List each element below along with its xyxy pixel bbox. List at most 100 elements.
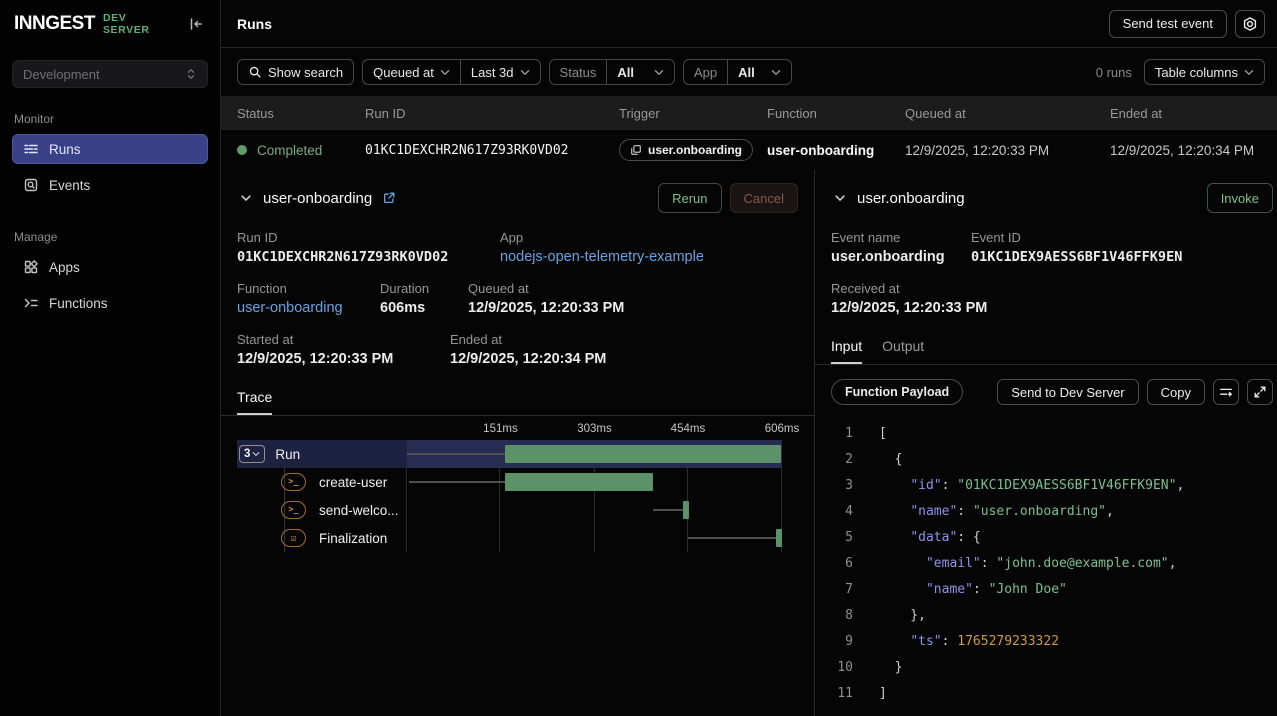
runs-count: 0 runs — [1096, 65, 1132, 80]
expand-children-badge[interactable]: 3 — [239, 445, 265, 463]
code-content: [ { "id": "01KC1DEX9AESS6BF1V46FFK9EN", … — [853, 421, 1184, 716]
app-link[interactable]: nodejs-open-telemetry-example — [500, 249, 704, 265]
show-search-group: Show search — [237, 59, 354, 85]
rerun-button[interactable]: Rerun — [658, 183, 721, 213]
chevron-down-icon — [520, 69, 530, 76]
axis-tick-label: 303ms — [577, 423, 612, 435]
environment-select[interactable]: Development — [12, 60, 208, 88]
apps-icon — [23, 259, 39, 275]
code-line: ] — [879, 681, 1184, 707]
payload-toolbar: Function Payload Send to Dev Server Copy — [815, 365, 1277, 405]
table-columns-group: Table columns — [1144, 59, 1265, 85]
trace-row-name: 3 Run — [237, 445, 407, 463]
app-filter-label-seg: App — [684, 60, 727, 84]
event-id-value: 01KC1DEX9AESS6BF1V46FFK9EN — [971, 249, 1182, 265]
trace-row-run[interactable]: 3 Run — [237, 440, 782, 468]
inngest-logo: INNGEST — [14, 13, 95, 35]
app-filter-value: All — [738, 65, 755, 80]
sidebar-item-apps[interactable]: Apps — [12, 252, 208, 282]
code-line: { — [879, 447, 1184, 473]
trace-waterfall: 151ms303ms454ms606ms 3 Run >_create-user>_… — [237, 420, 782, 552]
started-at-value: 12/9/2025, 12:20:33 PM — [237, 351, 450, 367]
send-to-dev-server-button[interactable]: Send to Dev Server — [997, 379, 1138, 405]
queued-at-cell: 12/9/2025, 12:20:33 PM — [905, 143, 1110, 158]
app-filter-group: App All — [683, 59, 792, 85]
tab-output[interactable]: Output — [882, 338, 924, 364]
main: Runs Send test event — [221, 0, 1277, 716]
settings-button[interactable] — [1235, 10, 1265, 38]
code-line: "email": "john.doe@example.com", — [879, 551, 1184, 577]
payload-code-viewer[interactable]: 1234567891011 [ { "id": "01KC1DEX9AESS6B… — [815, 421, 1277, 716]
ended-at-field: Ended at 12/9/2025, 12:20:34 PM — [450, 332, 606, 367]
status-filter-value: All — [617, 65, 634, 80]
collapse-sidebar-icon[interactable] — [184, 12, 208, 36]
col-ended-at: Ended at — [1110, 106, 1277, 121]
time-filter-group: Queued at Last 3d — [362, 59, 540, 85]
time-field-dropdown[interactable]: Queued at — [363, 60, 460, 84]
app-field: App nodejs-open-telemetry-example — [500, 230, 704, 265]
event-name-field: Event name user.onboarding — [831, 230, 971, 265]
trace-row-create-user[interactable]: >_create-user — [237, 468, 782, 496]
sidebar-item-functions[interactable]: Functions — [12, 288, 208, 318]
trace-duration-bar[interactable] — [776, 529, 782, 547]
show-search-button[interactable]: Show search — [238, 60, 353, 84]
show-search-label: Show search — [268, 65, 343, 80]
tab-trace[interactable]: Trace — [237, 389, 272, 415]
trace-duration-bar[interactable] — [683, 501, 689, 519]
function-link[interactable]: user-onboarding — [237, 300, 380, 316]
send-test-event-button[interactable]: Send test event — [1109, 10, 1227, 38]
trace-queued-line — [409, 481, 505, 483]
status-filter-dropdown[interactable]: All — [606, 60, 674, 84]
time-range-dropdown[interactable]: Last 3d — [460, 60, 540, 84]
code-line: "data": { — [879, 525, 1184, 551]
trace-row-finalization[interactable]: ☑Finalization — [237, 524, 782, 552]
topbar: Runs Send test event — [221, 0, 1277, 48]
sidebar-item-label: Apps — [49, 260, 80, 275]
function-field: Function user-onboarding — [237, 281, 380, 316]
duration-label: Duration — [380, 281, 468, 296]
expand-payload-button[interactable] — [1247, 379, 1273, 405]
events-icon — [23, 177, 39, 193]
trigger-label: user.onboarding — [648, 143, 742, 157]
expand-icon — [1253, 385, 1267, 399]
duration-value: 606ms — [380, 300, 468, 316]
run-id-value: 01KC1DEXCHR2N617Z93RK0VD02 — [237, 249, 500, 265]
app-filter-dropdown[interactable]: All — [727, 60, 791, 84]
trace-row-send-welco-[interactable]: >_send-welco... — [237, 496, 782, 524]
col-function: Function — [767, 106, 905, 121]
cancel-button[interactable]: Cancel — [730, 183, 798, 213]
sidebar-section-monitor: Monitor — [14, 112, 208, 126]
tab-input[interactable]: Input — [831, 338, 862, 364]
table-columns-dropdown[interactable]: Table columns — [1145, 60, 1264, 84]
copy-button[interactable]: Copy — [1147, 379, 1205, 405]
code-line: }, — [879, 603, 1184, 629]
sidebar-item-runs[interactable]: Runs — [12, 134, 208, 164]
collapse-event-chevron-icon[interactable] — [831, 189, 849, 207]
chevron-down-icon — [1244, 69, 1254, 76]
environment-select-value: Development — [23, 67, 100, 82]
external-link-icon[interactable] — [380, 189, 398, 207]
wrap-lines-icon — [1219, 385, 1233, 399]
collapse-run-chevron-icon[interactable] — [237, 189, 255, 207]
code-line-numbers: 1234567891011 — [815, 421, 853, 716]
sidebar-item-events[interactable]: Events — [12, 170, 208, 200]
status-label: Completed — [257, 143, 322, 158]
trace-span-chart — [407, 440, 782, 468]
invoke-button[interactable]: Invoke — [1207, 183, 1273, 213]
trace-rows: 3 Run >_create-user>_send-welco...☑Finaliz… — [237, 440, 782, 552]
started-at-field: Started at 12/9/2025, 12:20:33 PM — [237, 332, 450, 367]
trace-time-axis: 151ms303ms454ms606ms — [407, 420, 782, 440]
event-id-label: Event ID — [971, 230, 1182, 245]
trigger-badge[interactable]: user.onboarding — [619, 139, 753, 161]
table-row[interactable]: Completed 01KC1DEXCHR2N617Z93RK0VD02 use… — [221, 130, 1277, 170]
step-terminal-icon: >_ — [281, 473, 306, 491]
trace-duration-bar[interactable] — [505, 473, 653, 491]
trace-duration-bar[interactable] — [505, 445, 781, 463]
sidebar: INNGEST DEV SERVER Development Monitor — [0, 0, 221, 716]
trace-span-label: Run — [275, 447, 300, 462]
detail-split: user-onboarding Rerun Cancel Run ID 0 — [221, 170, 1277, 716]
queued-at-field: Queued at 12/9/2025, 12:20:33 PM — [468, 281, 624, 316]
wrap-lines-button[interactable] — [1213, 379, 1239, 405]
sidebar-item-label: Events — [49, 178, 90, 193]
step-final-icon: ☑ — [281, 529, 306, 547]
